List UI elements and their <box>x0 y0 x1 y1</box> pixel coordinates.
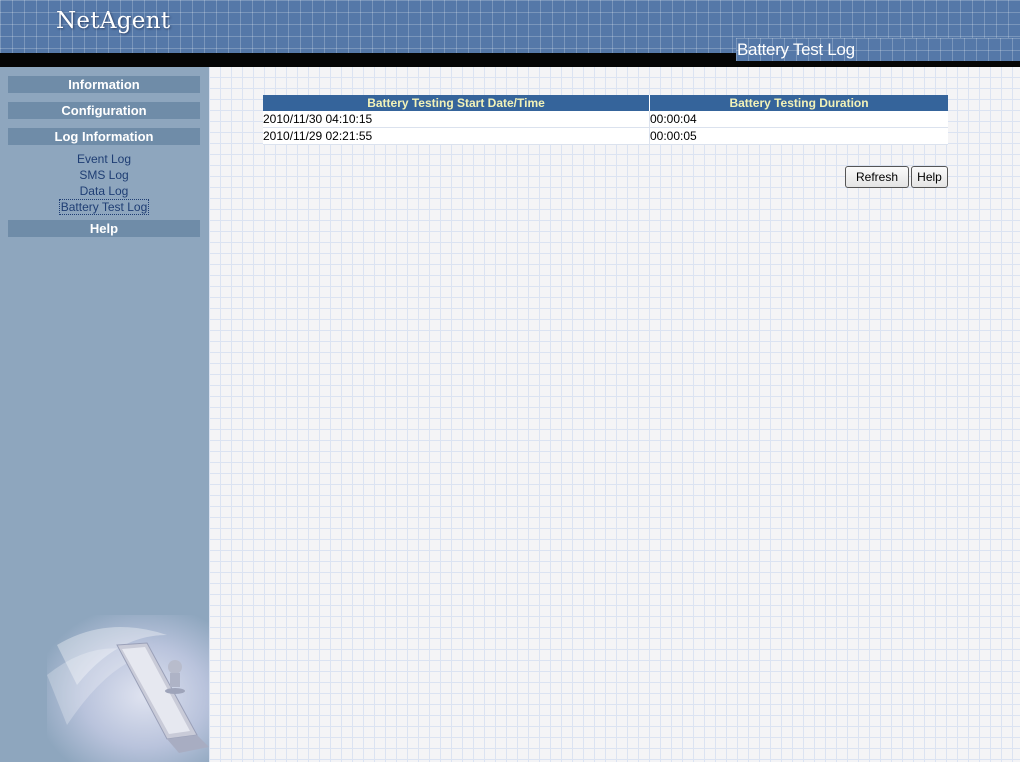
netagent-logo: NetAgent <box>56 8 171 34</box>
nav-configuration[interactable]: Configuration <box>8 102 200 119</box>
sidebar: Information Configuration Log Informatio… <box>0 67 209 762</box>
battery-test-log-table: Battery Testing Start Date/Time Battery … <box>263 95 948 145</box>
nav-battery-test-log-label: Battery Test Log <box>58 199 150 215</box>
page: NetAgent Battery Test Log Information Co… <box>0 0 1020 762</box>
cell-duration: 00:00:04 <box>649 111 948 128</box>
nav-event-log-label: Event Log <box>76 152 132 166</box>
help-button[interactable]: Help <box>911 166 948 188</box>
page-title: Battery Test Log <box>737 40 855 59</box>
column-header-start: Battery Testing Start Date/Time <box>263 95 650 111</box>
header-divider <box>0 53 736 67</box>
nav-help[interactable]: Help <box>8 220 200 237</box>
nav-data-log[interactable]: Data Log <box>8 184 200 199</box>
table-header-row: Battery Testing Start Date/Time Battery … <box>263 95 948 111</box>
nav-information[interactable]: Information <box>8 76 200 93</box>
header-divider-right <box>736 60 1020 67</box>
cell-start-time: 2010/11/29 02:21:55 <box>263 127 650 145</box>
nav-data-log-label: Data Log <box>79 184 129 198</box>
nav-sms-log[interactable]: SMS Log <box>8 168 200 183</box>
table-row: 2010/11/29 02:21:55 00:00:05 <box>263 127 948 145</box>
nav-log-information[interactable]: Log Information <box>8 128 200 145</box>
decorative-laptop-image <box>47 615 209 762</box>
nav-battery-test-log[interactable]: Battery Test Log <box>8 199 200 215</box>
nav-event-log[interactable]: Event Log <box>8 152 200 167</box>
cell-start-time: 2010/11/30 04:10:15 <box>263 111 650 128</box>
nav-sms-log-label: SMS Log <box>79 168 129 182</box>
laptop-illustration-icon <box>47 627 209 753</box>
refresh-button[interactable]: Refresh <box>845 166 909 188</box>
table-row: 2010/11/30 04:10:15 00:00:04 <box>263 111 948 128</box>
column-header-duration: Battery Testing Duration <box>649 95 948 111</box>
cell-duration: 00:00:05 <box>649 127 948 145</box>
